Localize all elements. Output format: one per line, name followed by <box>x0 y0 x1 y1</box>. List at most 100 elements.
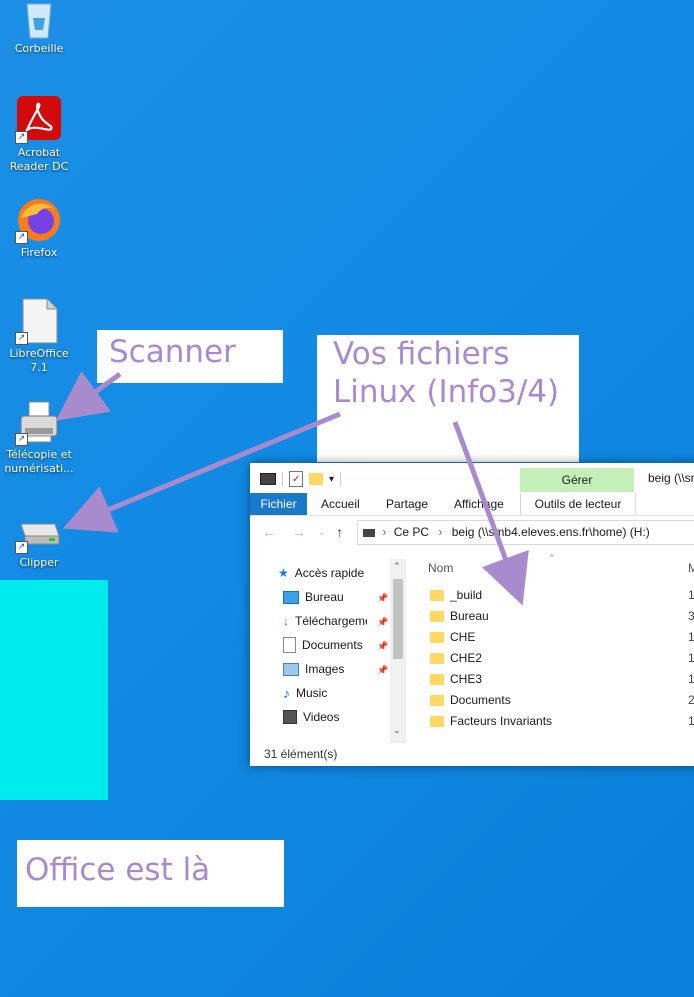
callout-scanner: Scanner <box>97 330 283 383</box>
folder-icon <box>430 694 444 706</box>
nav-label: Images <box>305 662 345 676</box>
tab-view[interactable]: Affichage <box>454 493 504 515</box>
pin-icon[interactable]: 📌 <box>377 593 388 604</box>
cyan-highlight-panel <box>0 580 108 800</box>
file-extra: 3 <box>688 609 694 623</box>
shortcut-arrow-icon: ↗ <box>15 131 28 144</box>
callout-linux: Vos fichiers Linux (Info3/4) <box>317 335 579 462</box>
column-header-modified[interactable]: M <box>688 561 694 575</box>
address-bar[interactable]: › Ce PC › beig (\\smb4.eleves.ens.fr\hom… <box>357 520 694 545</box>
pin-icon[interactable]: 📌 <box>377 665 388 676</box>
desktop-icon-firefox[interactable]: ↗ Firefox <box>0 196 79 260</box>
callout-office-text: Office est là <box>25 852 211 888</box>
back-arrow-icon[interactable]: ← <box>262 524 276 540</box>
desktop-icon-recycle-bin[interactable]: Corbeille <box>0 0 79 56</box>
pin-icon[interactable]: 📌 <box>377 641 388 652</box>
fax-scanner-icon: ↗ <box>15 398 63 446</box>
nav-label: Bureau <box>305 590 344 604</box>
file-extra: 1 <box>688 630 694 644</box>
up-arrow-icon[interactable]: ↑ <box>336 524 343 540</box>
scrollbar-thumb[interactable] <box>393 579 403 659</box>
list-item[interactable]: CHE2 <box>430 648 482 668</box>
pin-icon[interactable]: 📌 <box>377 617 388 628</box>
nav-videos[interactable]: Videos <box>283 707 339 727</box>
tab-home[interactable]: Accueil <box>321 493 360 515</box>
list-item[interactable]: Facteurs Invariants <box>430 711 552 731</box>
breadcrumb-drive[interactable]: beig (\\smb4.eleves.ens.fr\home) (H:) <box>452 525 650 539</box>
file-explorer-window[interactable]: ✓ ▾ Gérer beig (\\sr Fichier Accueil Par… <box>250 463 694 766</box>
nav-label: Accès rapide <box>294 566 365 580</box>
callout-office: Office est là <box>17 840 284 907</box>
list-item[interactable]: Documents <box>430 690 511 710</box>
desktop-icon-libreoffice[interactable]: ↗ LibreOffice 7.1 <box>0 297 79 375</box>
desktop-icon-acrobat[interactable]: ↗ Acrobat Reader DC <box>0 96 79 174</box>
list-item[interactable]: _build <box>430 585 482 605</box>
folder-icon <box>430 673 444 685</box>
tab-share[interactable]: Partage <box>386 493 428 515</box>
file-name: CHE3 <box>450 672 483 686</box>
folder-icon <box>430 715 444 727</box>
star-icon: ★ <box>278 566 289 580</box>
nav-label: Music <box>296 686 328 700</box>
callout-linux-text: Vos fichiers Linux (Info3/4) <box>333 336 560 410</box>
nav-desktop[interactable]: Bureau <box>283 587 344 607</box>
desktop-icon-fax-scan[interactable]: ↗ Télécopie et numérisati... <box>0 398 79 476</box>
nav-images[interactable]: Images <box>283 659 344 679</box>
shortcut-arrow-icon: ↗ <box>15 541 28 554</box>
desktop-icon-label: Télécopie et numérisati... <box>4 448 74 475</box>
list-item[interactable]: Bureau <box>430 606 489 626</box>
tab-file[interactable]: Fichier <box>250 493 307 515</box>
desktop-folder-icon <box>283 590 299 604</box>
file-name: Facteurs Invariants <box>450 714 553 728</box>
quick-access-toolbar: ✓ ▾ <box>260 471 342 487</box>
acrobat-icon: ↗ <box>15 96 63 144</box>
sort-indicator-icon: ⌃ <box>548 553 556 563</box>
folder-icon <box>430 652 444 664</box>
desktop-icon-clipper[interactable]: ↗ Clipper <box>0 506 79 570</box>
tab-manage[interactable]: Gérer <box>520 468 634 492</box>
desktop-icon-label: Clipper <box>19 556 59 569</box>
recycle-bin-icon <box>15 0 63 40</box>
recent-dropdown-icon[interactable]: ⌄ <box>318 527 326 538</box>
file-name: CHE <box>450 630 476 644</box>
nav-music[interactable]: ♪ Music <box>283 683 327 703</box>
breadcrumb-separator-icon: › <box>382 525 387 539</box>
file-extra: 1 <box>688 714 694 728</box>
file-extra: 1 <box>688 672 694 686</box>
nav-documents[interactable]: Documents <box>283 635 363 655</box>
file-name: CHE2 <box>450 651 483 665</box>
shortcut-arrow-icon: ↗ <box>15 433 28 446</box>
navigation-pane: ★ Accès rapide Bureau ↓ Téléchargeme Doc… <box>250 549 408 739</box>
properties-icon[interactable]: ✓ <box>289 471 303 487</box>
nav-scrollbar[interactable]: ⌃ ⌄ <box>390 559 406 743</box>
download-arrow-icon: ↓ <box>283 614 289 628</box>
scroll-up-icon[interactable]: ⌃ <box>393 561 401 572</box>
list-item[interactable]: CHE3 <box>430 669 482 689</box>
list-item[interactable]: CHE <box>430 627 475 647</box>
breadcrumb-this-pc[interactable]: Ce PC <box>394 525 429 539</box>
scroll-down-icon[interactable]: ⌄ <box>393 725 401 736</box>
desktop-icon-label: Corbeille <box>14 42 64 55</box>
column-header-name[interactable]: Nom <box>428 561 453 575</box>
customize-toolbar-icon[interactable]: ▾ <box>329 474 334 485</box>
music-note-icon: ♪ <box>283 685 290 701</box>
file-list: ⌃ Nom M _build 1 Bureau 3 CHE 1 CHE2 1 C… <box>408 549 694 739</box>
network-drive-icon: ↗ <box>15 506 63 554</box>
nav-label: Téléchargeme <box>295 614 367 628</box>
nav-downloads[interactable]: ↓ Téléchargeme <box>283 611 367 631</box>
tab-drive-tools[interactable]: Outils de lecteur <box>520 493 636 515</box>
drive-icon[interactable] <box>260 473 276 485</box>
drive-icon <box>363 528 375 537</box>
libreoffice-icon: ↗ <box>15 297 63 345</box>
film-icon <box>283 710 297 724</box>
file-extra: 1 <box>688 588 694 602</box>
callout-scanner-text: Scanner <box>109 334 236 370</box>
explorer-titlebar: ✓ ▾ Gérer beig (\\sr <box>250 463 694 493</box>
new-folder-icon[interactable] <box>309 473 323 485</box>
forward-arrow-icon[interactable]: → <box>292 524 306 540</box>
document-icon <box>283 637 296 653</box>
image-icon <box>283 662 299 676</box>
nav-quick-access[interactable]: ★ Accès rapide <box>278 563 364 583</box>
nav-label: Videos <box>303 710 340 724</box>
desktop-icon-label: LibreOffice 7.1 <box>9 347 69 374</box>
